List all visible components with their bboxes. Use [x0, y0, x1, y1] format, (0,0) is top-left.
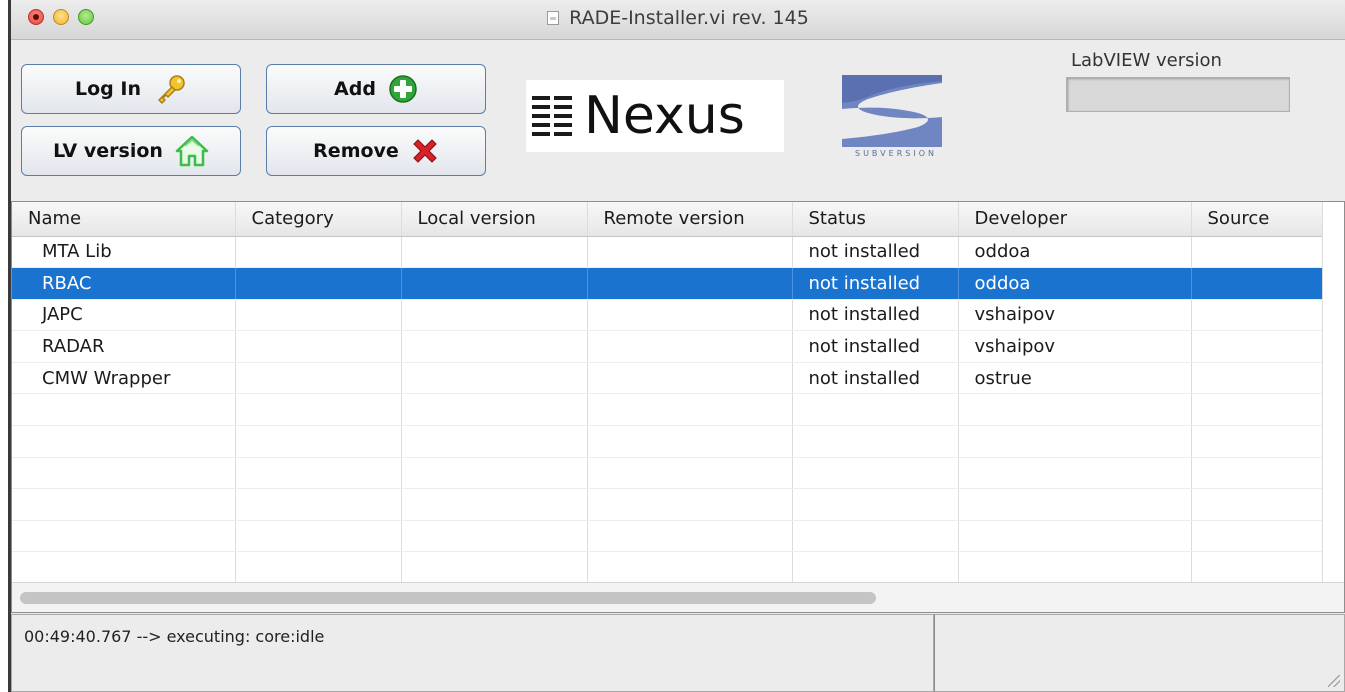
table-filler-column — [1322, 202, 1344, 582]
cell-local-version — [401, 362, 588, 395]
cell-category — [235, 362, 402, 395]
cell-developer: vshaipov — [958, 330, 1192, 363]
title-bar[interactable]: RADE-Installer.vi rev. 145 — [11, 0, 1345, 40]
column-header-remote-version[interactable]: Remote version — [587, 202, 793, 237]
table-row[interactable]: RADAR not installed vshaipov — [12, 330, 1324, 363]
cell-name: RADAR — [12, 330, 236, 363]
table-row-empty[interactable] — [12, 457, 1324, 490]
cell-status: not installed — [792, 299, 959, 332]
cell-developer: oddoa — [958, 236, 1192, 269]
nexus-logo-text: Nexus — [584, 86, 745, 146]
document-icon — [547, 11, 560, 25]
cell-local-version — [401, 330, 588, 363]
cell-local-version — [401, 299, 588, 332]
add-button-label: Add — [334, 78, 376, 100]
horizontal-scrollbar-thumb[interactable] — [20, 592, 876, 604]
cell-status: not installed — [792, 362, 959, 395]
status-log-panel: 00:49:40.767 --> executing: core:idle — [11, 614, 934, 692]
status-message: 00:49:40.767 --> executing: core:idle — [24, 627, 325, 646]
app-window: RADE-Installer.vi rev. 145 Log In LV ver… — [11, 0, 1345, 692]
cell-developer: ostrue — [958, 362, 1192, 395]
horizontal-scrollbar[interactable] — [12, 582, 1344, 612]
toolbar: Log In LV version Add Remove Nexus SUBVE… — [11, 40, 1345, 200]
cell-remote-version — [587, 299, 793, 332]
cell-remote-version — [587, 236, 793, 269]
cell-remote-version — [587, 362, 793, 395]
table-row-empty[interactable] — [12, 520, 1324, 553]
cell-category — [235, 299, 402, 332]
cell-source — [1191, 299, 1324, 332]
table-row-empty[interactable] — [12, 488, 1324, 521]
remove-button[interactable]: Remove — [266, 126, 486, 176]
table-row[interactable]: CMW Wrapper not installed ostrue — [12, 362, 1324, 395]
package-grid: Name Category Local version Remote versi… — [12, 202, 1324, 585]
window-title: RADE-Installer.vi rev. 145 — [569, 7, 809, 29]
column-header-local-version[interactable]: Local version — [401, 202, 588, 237]
key-icon — [158, 75, 185, 104]
lv-version-button-label: LV version — [53, 140, 163, 162]
add-button[interactable]: Add — [266, 64, 486, 114]
cell-status: not installed — [792, 330, 959, 363]
column-header-category[interactable]: Category — [235, 202, 402, 237]
cell-name: MTA Lib — [12, 236, 236, 269]
cell-local-version — [401, 267, 588, 300]
cell-source — [1191, 267, 1324, 300]
remove-button-label: Remove — [313, 140, 399, 162]
column-header-developer[interactable]: Developer — [958, 202, 1192, 237]
cell-remote-version — [587, 267, 793, 300]
cell-source — [1191, 362, 1324, 395]
cell-developer: oddoa — [958, 267, 1192, 300]
subversion-logo — [838, 69, 950, 161]
cell-name: CMW Wrapper — [12, 362, 236, 395]
column-header-name[interactable]: Name — [12, 202, 236, 237]
column-header-status[interactable]: Status — [792, 202, 959, 237]
resize-grip-icon[interactable] — [1328, 675, 1340, 687]
table-row[interactable]: MTA Lib not installed oddoa — [12, 236, 1324, 269]
cell-category — [235, 267, 402, 300]
package-table: Name Category Local version Remote versi… — [11, 201, 1345, 613]
cell-category — [235, 330, 402, 363]
title-wrap: RADE-Installer.vi rev. 145 — [11, 0, 1345, 40]
cell-name: JAPC — [12, 299, 236, 332]
table-row-empty[interactable] — [12, 425, 1324, 458]
home-icon — [175, 135, 209, 167]
cell-local-version — [401, 236, 588, 269]
table-row-empty[interactable] — [12, 393, 1324, 427]
cell-remote-version — [587, 330, 793, 363]
login-button[interactable]: Log In — [21, 64, 241, 114]
table-row-selected[interactable]: RBAC not installed oddoa — [12, 267, 1324, 300]
cell-category — [235, 236, 402, 269]
nexus-bars-icon — [532, 96, 572, 136]
cell-source — [1191, 236, 1324, 269]
cell-name: RBAC — [12, 267, 236, 300]
column-header-source[interactable]: Source — [1191, 202, 1324, 237]
table-row[interactable]: JAPC not installed vshaipov — [12, 299, 1324, 332]
labview-version-label: LabVIEW version — [1071, 50, 1222, 71]
login-button-label: Log In — [75, 78, 141, 100]
table-header-row: Name Category Local version Remote versi… — [12, 202, 1324, 237]
labview-version-field[interactable] — [1066, 77, 1290, 112]
lv-version-button[interactable]: LV version — [21, 126, 241, 176]
nexus-logo: Nexus — [526, 80, 784, 152]
x-icon — [413, 139, 437, 163]
cell-status: not installed — [792, 236, 959, 269]
subversion-logo-text: SUBVERSION — [855, 149, 937, 158]
status-side-panel — [934, 614, 1345, 692]
cell-source — [1191, 330, 1324, 363]
plus-icon — [389, 75, 417, 103]
cell-status: not installed — [792, 267, 959, 300]
table-row-empty[interactable] — [12, 551, 1324, 585]
cell-developer: vshaipov — [958, 299, 1192, 332]
